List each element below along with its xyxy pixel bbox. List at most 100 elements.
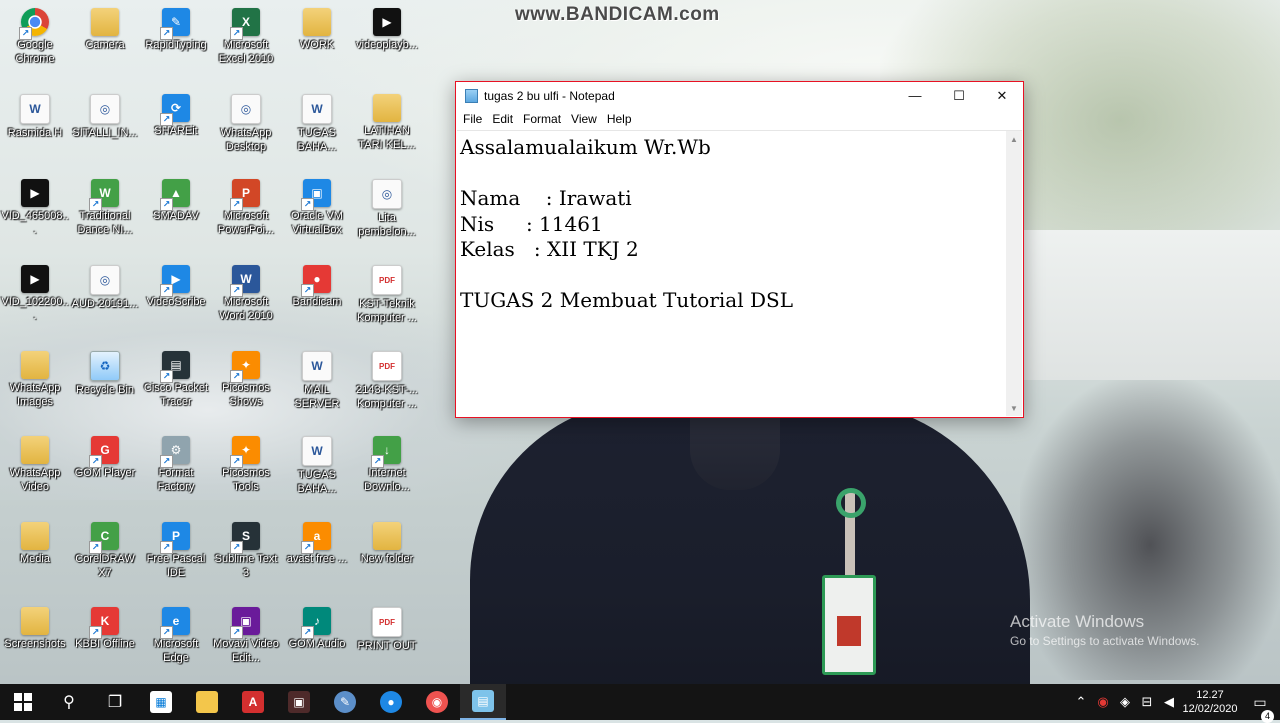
close-button[interactable]: ✕ bbox=[980, 82, 1024, 109]
desktop-icon[interactable]: ▶ VID_102200... bbox=[0, 259, 70, 339]
document-text[interactable]: Assalamualaikum Wr.Wb Nama : Irawati Nis… bbox=[460, 135, 1004, 314]
menu-format[interactable]: Format bbox=[518, 112, 566, 126]
desktop-icon[interactable]: WORK bbox=[282, 2, 352, 82]
scroll-down-icon[interactable]: ▼ bbox=[1006, 400, 1022, 416]
desktop-icon-label: WORK bbox=[299, 39, 335, 51]
taskbar-gom-player[interactable]: ◉ bbox=[414, 684, 460, 720]
desktop-icon[interactable]: ▶ videoplayb... bbox=[352, 2, 422, 82]
desktop-icon[interactable]: ✦Picosmos Tools bbox=[211, 430, 281, 510]
desktop-icon[interactable]: SSublime Text 3 bbox=[211, 516, 281, 596]
desktop-icon[interactable]: CCorelDRAW X7 bbox=[70, 516, 140, 596]
desktop-icon[interactable]: WhatsApp Images bbox=[0, 345, 70, 425]
desktop-icon[interactable]: Camera bbox=[70, 2, 140, 82]
gom-audio-icon: ♪ bbox=[301, 607, 331, 639]
network-icon[interactable]: ⊟ bbox=[1136, 694, 1158, 710]
notification-badge: 4 bbox=[1261, 709, 1274, 723]
desktop-icon[interactable]: ▶VideoScribe bbox=[141, 259, 211, 339]
text-editor-area[interactable]: Assalamualaikum Wr.Wb Nama : Irawati Nis… bbox=[457, 130, 1022, 416]
action-center-button[interactable]: ▭ 4 bbox=[1240, 694, 1280, 723]
desktop-icon[interactable]: ◎ WhatsApp Desktop bbox=[211, 88, 281, 168]
taskbar-file-explorer[interactable] bbox=[184, 684, 230, 720]
start-button[interactable] bbox=[0, 684, 46, 720]
notepad-titlebar[interactable]: tugas 2 bu ulfi - Notepad — ☐ ✕ bbox=[456, 82, 1023, 109]
desktop-icon[interactable]: ♪GOM Audio bbox=[282, 601, 352, 681]
search-button[interactable]: ⚲ bbox=[46, 684, 92, 720]
desktop-icon[interactable]: W Rasmida H bbox=[0, 88, 70, 168]
desktop-icon[interactable]: aavast free ... bbox=[282, 516, 352, 596]
desktop-icon-label: Media bbox=[20, 553, 50, 565]
desktop-icon[interactable]: ▣Oracle VM VirtualBox bbox=[282, 173, 352, 253]
minimize-button[interactable]: — bbox=[893, 82, 937, 109]
desktop-icon[interactable]: ✎RapidTyping bbox=[141, 2, 211, 82]
taskbar-movavi[interactable]: ▣ bbox=[276, 684, 322, 720]
desktop-icon[interactable]: PDF 2143-KST-... Komputer ... bbox=[352, 345, 422, 425]
taskbar-rapidtyping[interactable]: ✎ bbox=[322, 684, 368, 720]
notepad-window[interactable]: tugas 2 bu ulfi - Notepad — ☐ ✕ File Edi… bbox=[455, 81, 1024, 418]
wallpaper-id-card bbox=[822, 575, 876, 675]
clock[interactable]: 12.27 12/02/2020 bbox=[1180, 688, 1240, 716]
desktop-icon[interactable]: WTraditional Dance NI... bbox=[70, 173, 140, 253]
file-icon: ◎ bbox=[372, 179, 402, 209]
desktop-icon[interactable]: LATIHAN TARI KEL... bbox=[352, 88, 422, 168]
bandicam-recording-icon[interactable]: ◉ bbox=[1092, 694, 1114, 710]
desktop-icon-label: Picosmos Tools bbox=[222, 467, 270, 493]
maximize-button[interactable]: ☐ bbox=[937, 82, 981, 109]
desktop-icon[interactable]: ●Bandicam bbox=[282, 259, 352, 339]
desktop-icon[interactable]: ▶ VID_465008... bbox=[0, 173, 70, 253]
desktop-icon[interactable]: ▣Movavi Video Edit... bbox=[211, 601, 281, 681]
task-view-button[interactable]: ❐ bbox=[92, 684, 138, 720]
desktop-icon[interactable]: GGOM Player bbox=[70, 430, 140, 510]
desktop-icon[interactable]: ◎ SITALLI_IN... bbox=[70, 88, 140, 168]
desktop-icon[interactable]: Screenshots bbox=[0, 601, 70, 681]
desktop-icon[interactable]: ↓Internet Downlo... bbox=[352, 430, 422, 510]
virtualbox-icon: ▣ bbox=[301, 179, 331, 211]
desktop-icon[interactable]: KKBBI Offline bbox=[70, 601, 140, 681]
notepad-icon bbox=[465, 88, 478, 103]
taskbar-chrome[interactable]: ● bbox=[368, 684, 414, 720]
desktop-icon[interactable]: Google Chrome bbox=[0, 2, 70, 82]
pdf-icon: PDF bbox=[372, 265, 402, 295]
desktop-icon-label: Microsoft PowerPoi... bbox=[217, 210, 275, 236]
file-icon: ◎ bbox=[231, 94, 261, 124]
menu-bar: File Edit Format View Help bbox=[456, 109, 1023, 129]
folder-icon bbox=[21, 436, 49, 464]
desktop-icon[interactable]: ▤Cisco Packet Tracer bbox=[141, 345, 211, 425]
desktop-icon[interactable]: ◎ AUD-20191... bbox=[70, 259, 140, 339]
desktop-icon[interactable]: W TUGAS BAHA... bbox=[282, 430, 352, 510]
word-doc-icon: W bbox=[20, 94, 50, 124]
desktop-icon[interactable]: ◎ Lita pembelon... bbox=[352, 173, 422, 253]
videoscribe-icon: ▶ bbox=[160, 265, 190, 297]
desktop-icon[interactable]: ♻ Recycle Bin bbox=[70, 345, 140, 425]
desktop-icon[interactable]: XMicrosoft Excel 2010 bbox=[211, 2, 281, 82]
taskbar-store[interactable]: ▦ bbox=[138, 684, 184, 720]
desktop-icon[interactable]: W MAIL SERVER KELOMPOK... bbox=[282, 345, 352, 425]
antivirus-shield-icon[interactable]: ◈ bbox=[1114, 694, 1136, 710]
desktop-icon[interactable]: PDF PRINT OUT bbox=[352, 601, 422, 681]
desktop-icon-label: VideoScribe bbox=[146, 296, 206, 308]
powerpoint-icon: P bbox=[230, 179, 260, 211]
desktop-icon[interactable]: PMicrosoft PowerPoi... bbox=[211, 173, 281, 253]
desktop-icon[interactable]: New folder bbox=[352, 516, 422, 596]
desktop-icon[interactable]: eMicrosoft Edge bbox=[141, 601, 211, 681]
scroll-up-icon[interactable]: ▲ bbox=[1006, 131, 1022, 147]
desktop-icon-label: Movavi Video Edit... bbox=[213, 638, 279, 664]
desktop-icon[interactable]: WhatsApp Video bbox=[0, 430, 70, 510]
menu-help[interactable]: Help bbox=[602, 112, 637, 126]
show-hidden-icons-chevron-icon[interactable]: ⌃ bbox=[1070, 694, 1092, 710]
desktop-icon[interactable]: W TUGAS BAHA... bbox=[282, 88, 352, 168]
desktop-icon[interactable]: PFree Pascal IDE bbox=[141, 516, 211, 596]
desktop-icon[interactable]: PDF KST-Teknik Komputer ... bbox=[352, 259, 422, 339]
menu-view[interactable]: View bbox=[566, 112, 602, 126]
menu-edit[interactable]: Edit bbox=[487, 112, 518, 126]
desktop-icon[interactable]: ⟳SHAREit bbox=[141, 88, 211, 168]
desktop-icon[interactable]: ✦Picosmos Shows bbox=[211, 345, 281, 425]
desktop-icon[interactable]: WMicrosoft Word 2010 bbox=[211, 259, 281, 339]
taskbar-pdf-reader[interactable]: A bbox=[230, 684, 276, 720]
taskbar-notepad[interactable]: ▤ bbox=[460, 684, 506, 720]
desktop-icon[interactable]: ⚙Format Factory bbox=[141, 430, 211, 510]
menu-file[interactable]: File bbox=[458, 112, 487, 126]
volume-icon[interactable]: ◀ bbox=[1158, 694, 1180, 710]
desktop-icon[interactable]: Media bbox=[0, 516, 70, 596]
vertical-scrollbar[interactable]: ▲ ▼ bbox=[1006, 131, 1022, 416]
desktop-icon[interactable]: ▲SMADAV bbox=[141, 173, 211, 253]
